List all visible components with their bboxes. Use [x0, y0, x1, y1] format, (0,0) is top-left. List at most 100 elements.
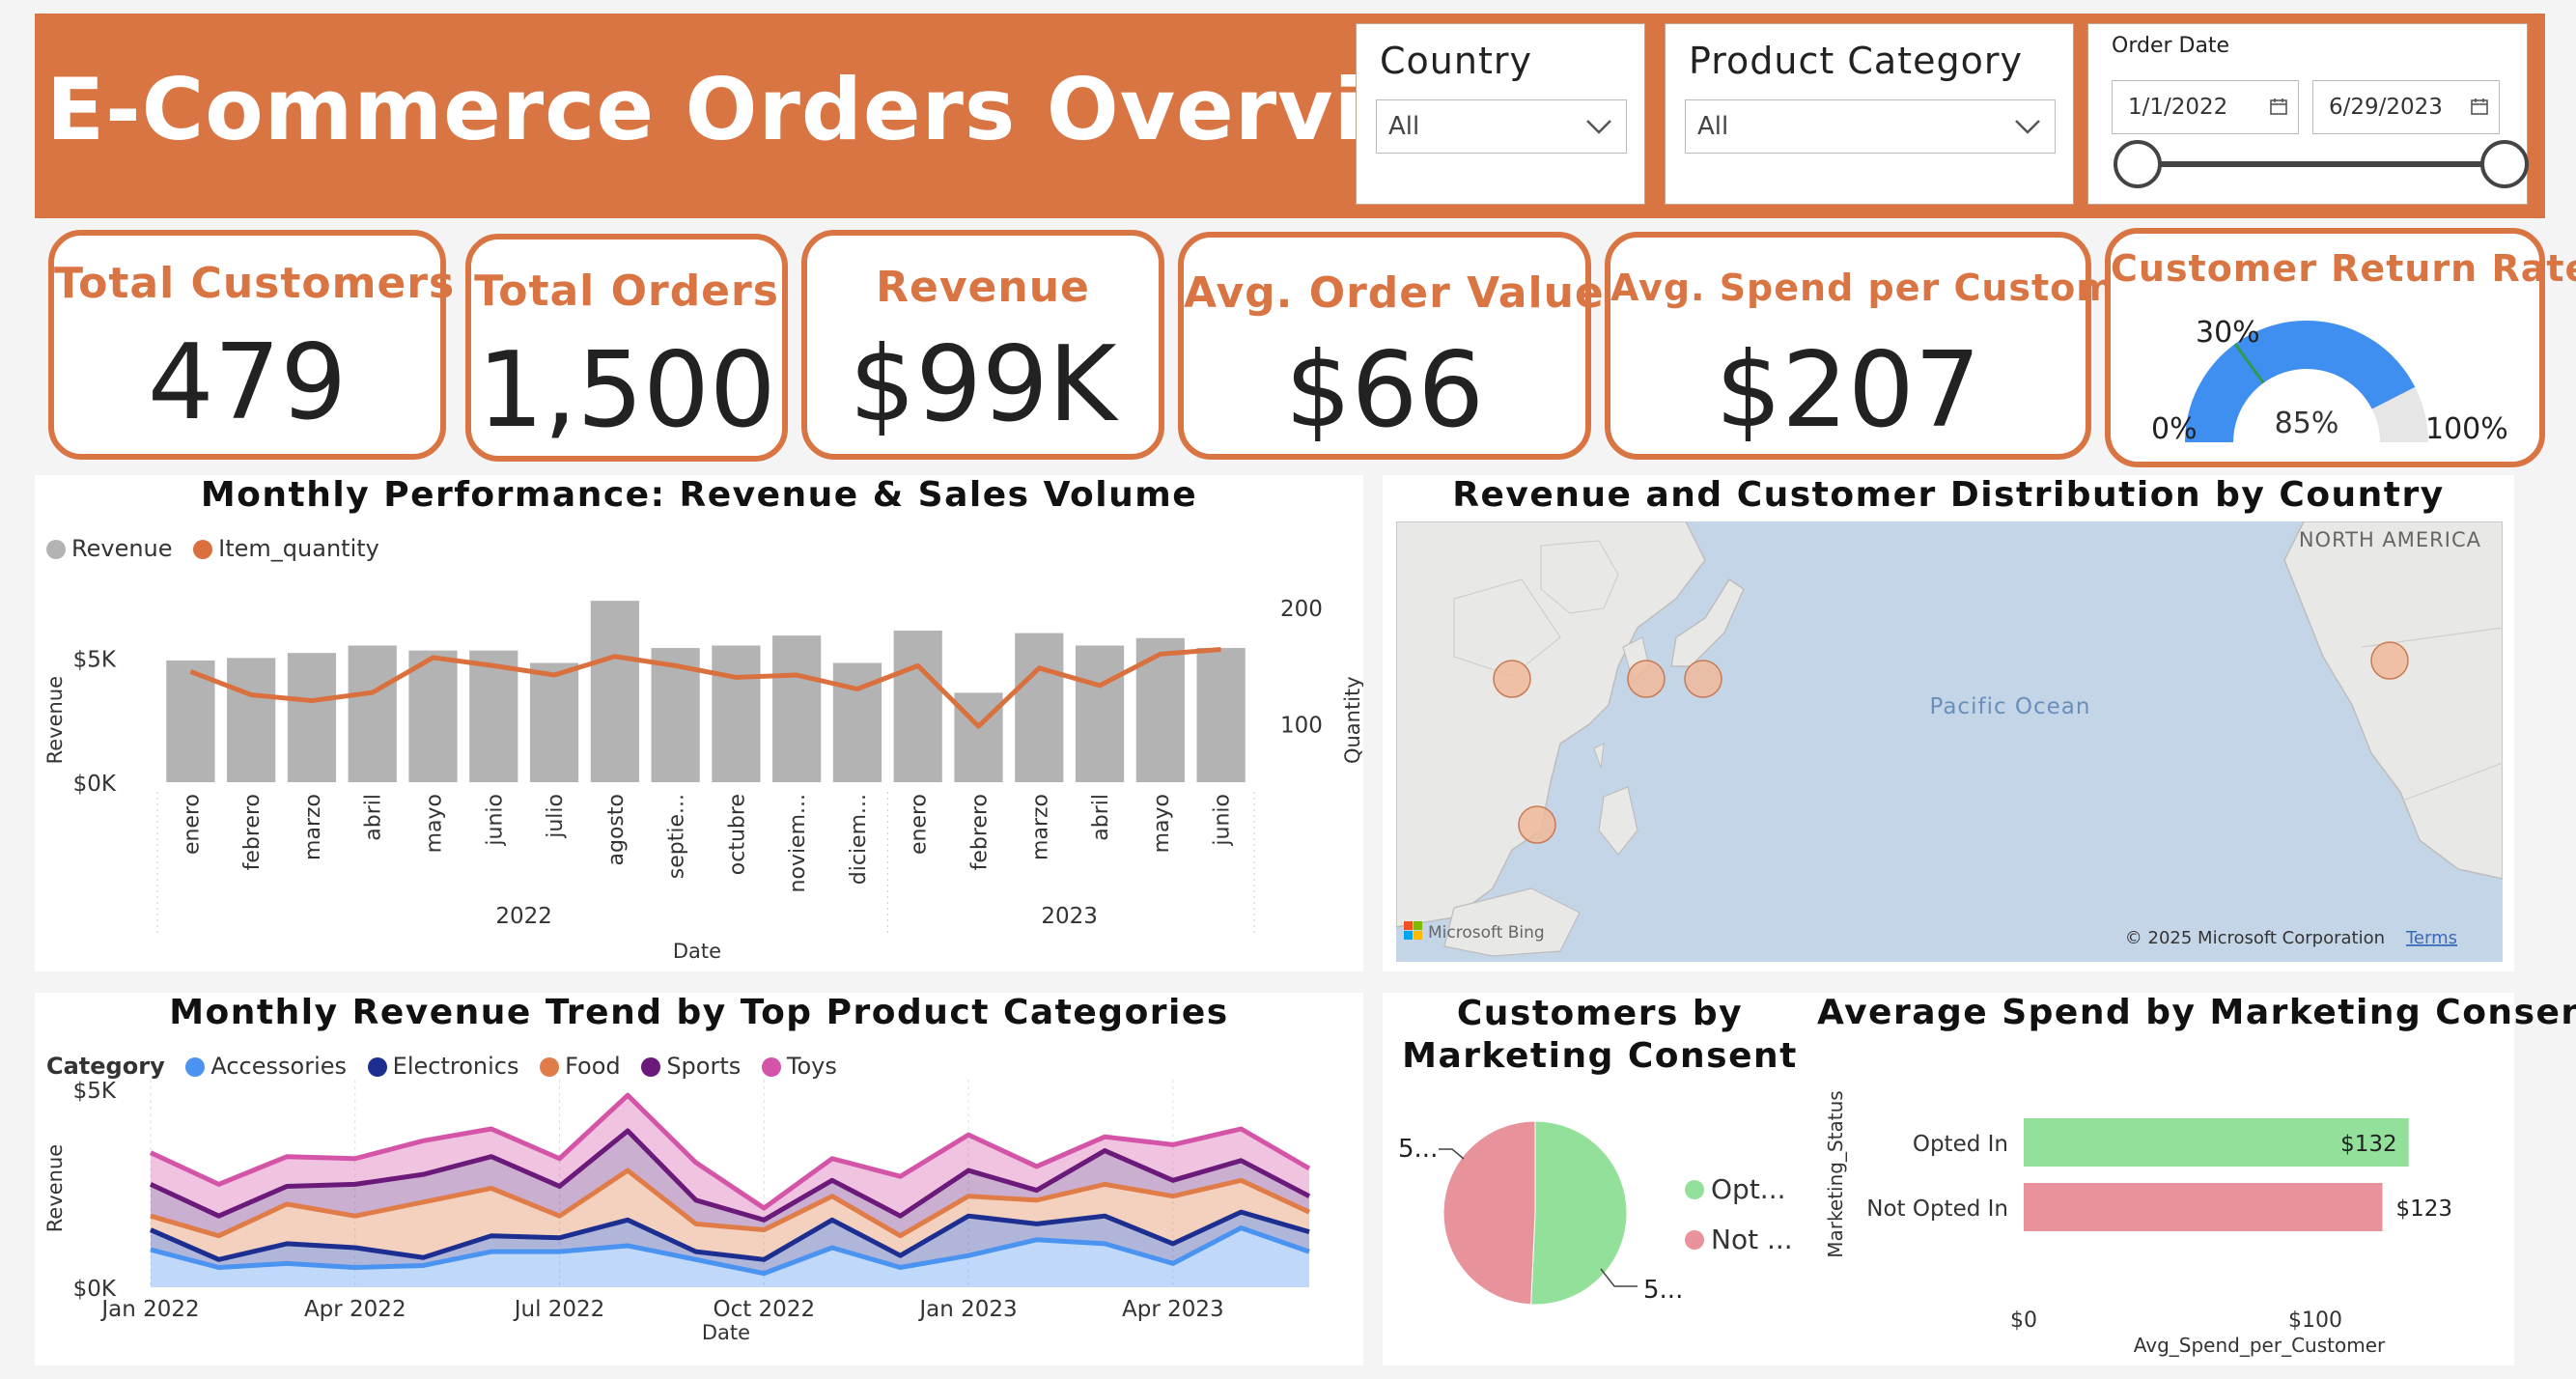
pie-slice-label: 5...: [1643, 1276, 1683, 1305]
kpi-value: 1,500: [477, 330, 776, 451]
revenue-bar: [590, 601, 639, 782]
x-axis-tick-label: julio: [544, 794, 568, 839]
bing-logo: [1414, 921, 1422, 930]
kpi-value: $99K: [849, 324, 1117, 445]
map-bubble[interactable]: [1627, 660, 1666, 698]
calendar-icon: [2270, 98, 2287, 115]
country-dropdown[interactable]: All: [1376, 99, 1627, 154]
x-axis-tick-label: Jan 2022: [99, 1297, 199, 1322]
order-date-slicer: Order Date 1/1/2022 6/29/2023: [2087, 23, 2529, 205]
leader-line: [1439, 1148, 1465, 1160]
x-axis-tick-label: junio: [483, 794, 507, 847]
data-label: $132: [2340, 1132, 2397, 1157]
chevron-down-icon: [2015, 120, 2040, 134]
quantity-line: [189, 646, 1221, 729]
kpi-avg-spend-per-customer: Avg. Spend per Customer $207: [1605, 232, 2161, 460]
x-axis-tick-label: abril: [1089, 794, 1113, 841]
kpi-total-orders: Total Orders 1,500: [465, 234, 788, 462]
pie-slice: [1442, 1120, 1536, 1306]
date-slider-start-handle[interactable]: [2114, 140, 2162, 188]
x-axis-tick-label: enero: [908, 794, 932, 855]
country-map-panel: Revenue and Customer Distribution by Cou…: [1383, 475, 2514, 971]
revenue-bar: [1135, 637, 1185, 782]
x-axis-label: Date: [673, 940, 721, 963]
year-label: 2023: [1041, 904, 1098, 929]
kpi-label: Avg. Spend per Customer: [1610, 267, 2161, 309]
kpi-label: Total Orders: [474, 267, 779, 316]
kpi-value: $66: [1284, 330, 1485, 451]
x-axis-tick-label: febrero: [968, 794, 993, 870]
legend-dot: [1685, 1180, 1704, 1199]
y-axis-tick-label: $5K: [73, 647, 117, 672]
map-bubble[interactable]: [1684, 660, 1722, 698]
revenue-trend-panel: Monthly Revenue Trend by Top Product Cat…: [35, 993, 1363, 1365]
bing-logo: [1404, 931, 1413, 940]
y-axis-tick-label: Opted In: [1913, 1132, 2008, 1157]
y-axis-tick-label: $5K: [73, 1079, 117, 1104]
y2-axis-tick-label: 100: [1280, 714, 1323, 739]
y-axis-tick-label: Not Opted In: [1866, 1196, 2008, 1222]
x-axis-tick-label: septie...: [665, 794, 689, 879]
date-slider-end-handle[interactable]: [2480, 140, 2529, 188]
x-axis-tick-label: Apr 2023: [1122, 1297, 1224, 1322]
x-axis-label: Date: [702, 1321, 750, 1344]
calendar-icon: [2471, 98, 2488, 115]
data-label: $123: [2395, 1196, 2452, 1222]
kpi-label: Avg. Order Value: [1184, 268, 1605, 318]
country-slicer-label: Country: [1380, 40, 1532, 82]
pie-slice-label: 5...: [1398, 1135, 1438, 1164]
revenue-bar: [227, 658, 276, 782]
x-axis-tick-label: octubre: [725, 794, 749, 875]
map-bubble[interactable]: [1518, 805, 1556, 844]
spend-bar: [2024, 1183, 2383, 1231]
x-axis-tick-label: noviem...: [786, 794, 810, 892]
y-axis-tick-label: $0K: [73, 772, 117, 797]
y2-axis-label: Quantity: [1341, 676, 1363, 764]
map-continent-label: NORTH AMERICA: [2299, 528, 2481, 551]
end-date-input[interactable]: 6/29/2023: [2312, 80, 2500, 134]
category-area-chart: $0K$5KRevenueJan 2022 Apr 2022 Jul 2022 Oct…: [43, 1079, 1311, 1344]
category-dropdown[interactable]: All: [1685, 99, 2056, 154]
map-bubble[interactable]: [1493, 660, 1531, 698]
revenue-bar: [287, 653, 337, 782]
x-axis-tick-label: Oct 2022: [713, 1297, 815, 1322]
map-terms-link[interactable]: Terms: [2405, 928, 2457, 948]
kpi-value: 479: [147, 323, 348, 443]
kpi-value: $207: [1715, 330, 1981, 451]
country-map[interactable]: NORTH AMERICA Pacific Ocean Microsoft Bi…: [1396, 521, 2503, 962]
avg-spend-bar-chart: Opted In Not Opted In $132 $123 $0 $100Avg_Sp…: [1824, 1090, 2452, 1357]
x-axis-tick-label: Jul 2022: [513, 1297, 605, 1322]
country-slicer: Country All: [1356, 23, 1645, 205]
country-dropdown-value: All: [1388, 112, 1420, 141]
kpi-avg-order-value: Avg. Order Value $66: [1178, 232, 1605, 460]
category-slicer-label: Product Category: [1689, 40, 2023, 82]
avg-spend-panel: Average Spend by Marketing Consent Opted…: [1817, 993, 2576, 1365]
map-bubble[interactable]: [2370, 641, 2409, 680]
start-date-input[interactable]: 1/1/2022: [2112, 80, 2299, 134]
y2-axis-tick-label: 200: [1280, 597, 1323, 622]
revenue-bar: [529, 662, 579, 782]
revenue-bar: [893, 631, 942, 782]
page-title: E-Commerce Orders Overview: [46, 60, 1502, 159]
revenue-bar: [772, 635, 822, 782]
revenue-bar: [712, 645, 761, 782]
kpi-total-customers: Total Customers 479: [48, 230, 454, 460]
x-axis-tick-label: Jan 2023: [917, 1297, 1017, 1322]
revenue-bar: [348, 645, 397, 782]
x-axis-tick-label: mayo: [1150, 794, 1174, 853]
date-slider-track[interactable]: [2137, 161, 2504, 167]
marketing-consent-pie: 5... 5... Opt... Not ...: [1398, 1120, 1793, 1306]
x-axis-label: Avg_Spend_per_Customer: [2134, 1334, 2386, 1357]
map-copyright: © 2025 Microsoft Corporation: [2125, 928, 2385, 948]
chart-title: Revenue and Customer Distribution by Cou…: [1452, 475, 2445, 515]
revenue-bar: [1075, 645, 1125, 782]
gauge-min-label: 0%: [2151, 412, 2198, 446]
x-axis-tick-label: mayo: [423, 794, 447, 853]
kpi-revenue: Revenue $99K: [801, 230, 1164, 460]
start-date-value: 1/1/2022: [2128, 95, 2228, 120]
y-axis-label: Marketing_Status: [1824, 1090, 1847, 1257]
x-axis-tick-label: $0: [2010, 1309, 2037, 1333]
pie-slice: [1530, 1120, 1628, 1306]
kpi-customer-return-rate: Customer Return Rate 30% 0% 100% 85%: [2105, 228, 2576, 467]
x-axis-tick-label: abril: [362, 794, 386, 841]
